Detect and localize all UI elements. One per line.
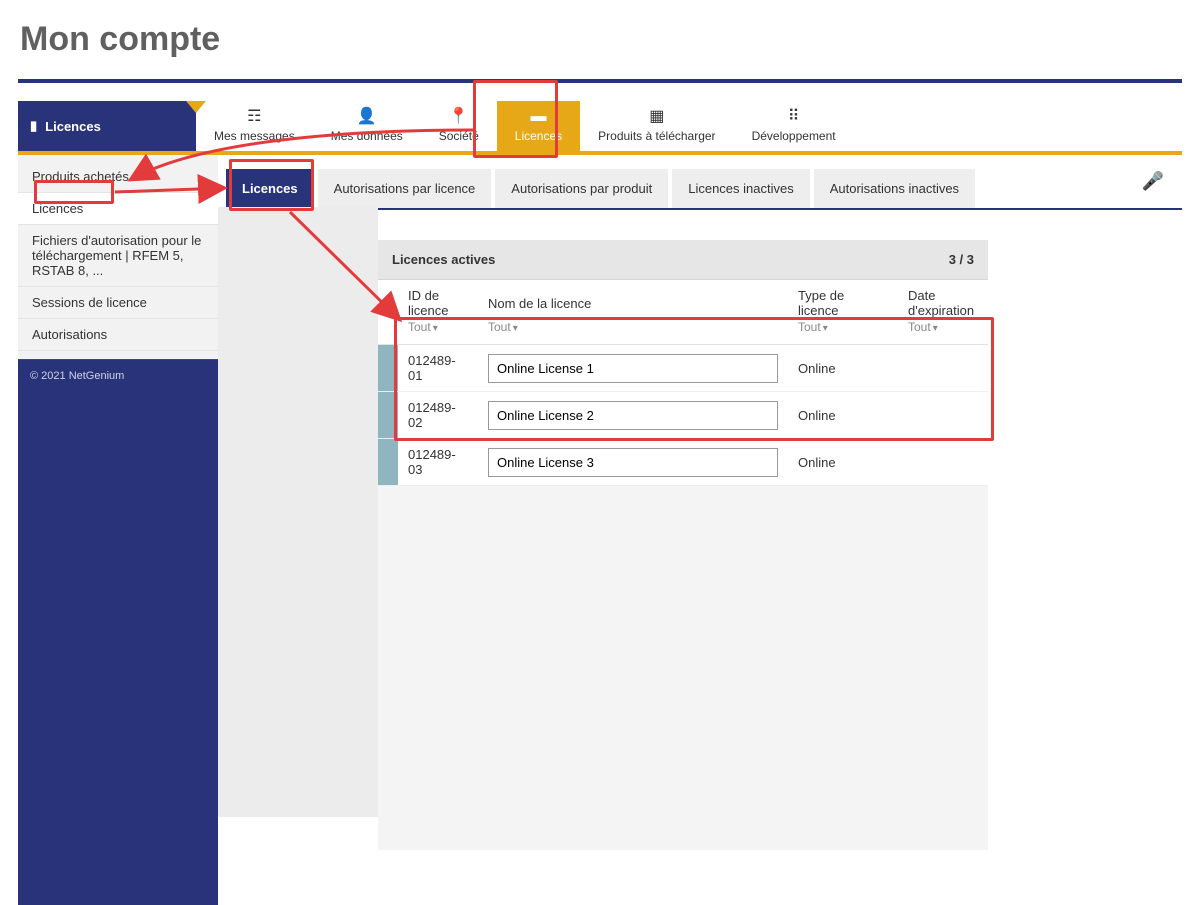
licences-table: ID de licence Nom de la licence Type de … [378,280,988,486]
cell-id: 012489-03 [398,439,478,486]
cell-exp [898,345,988,392]
sidebar-item-authorization-files[interactable]: Fichiers d'autorisation pour le téléchar… [18,225,218,287]
col-type[interactable]: Type de licence [788,280,898,320]
tab-auth-per-licence[interactable]: Autorisations par licence [318,169,492,208]
nav-item-messages[interactable]: ☶ Mes messages [196,101,313,151]
cell-type: Online [788,345,898,392]
top-nav: ▮ Licences ☶ Mes messages 👤 Mes données … [18,101,1182,155]
top-nav-current: ▮ Licences [18,101,196,151]
layout: Produits achetés Licences Fichiers d'aut… [18,155,1182,905]
licence-name-input[interactable] [488,354,778,383]
filter-id[interactable]: Tout▾ [398,320,478,345]
title-underline [18,79,1182,83]
tab-auth-per-product[interactable]: Autorisations par produit [495,169,668,208]
panel-title: Licences actives [392,252,495,267]
app-frame: ▮ Licences ☶ Mes messages 👤 Mes données … [18,101,1182,905]
licence-name-input[interactable] [488,401,778,430]
nav-label: Produits à télécharger [598,129,715,143]
grid-icon: ▦ [649,109,664,125]
chevron-down-icon: ▾ [933,323,938,334]
messages-icon: ☶ [247,109,261,125]
sidebar-menu: Produits achetés Licences Fichiers d'aut… [18,155,218,359]
cell-type: Online [788,439,898,486]
card-icon: ▬ [530,109,546,125]
content-column: Licences actives 3 / 3 ID de licence Nom… [378,240,988,850]
nav-label: Licences [515,129,562,143]
filter-exp[interactable]: Tout▾ [898,320,988,345]
row-accent [378,345,398,392]
nav-item-development[interactable]: ⠿ Développement [734,101,854,151]
sidebar-item-purchased-products[interactable]: Produits achetés [18,161,218,193]
nav-label: Société [439,129,479,143]
nav-label: Mes messages [214,129,295,143]
tab-inactive-licences[interactable]: Licences inactives [672,169,810,208]
row-accent [378,392,398,439]
tabbar-wrap: Licences Autorisations par licence Autor… [218,155,1182,210]
nav-item-my-data[interactable]: 👤 Mes données [313,101,421,151]
chevron-down-icon: ▾ [823,323,828,334]
dev-icon: ⠿ [788,109,800,125]
person-icon: 👤 [357,109,377,125]
row-accent [378,439,398,486]
table-row[interactable]: 012489-03 Online [378,439,988,486]
top-nav-current-label: Licences [45,119,101,134]
sidebar: Produits achetés Licences Fichiers d'aut… [18,155,218,905]
nav-item-company[interactable]: 📍 Société [421,101,497,151]
page-title: Mon compte [0,0,1200,79]
nav-label: Mes données [331,129,403,143]
pin-icon: 📍 [449,109,469,125]
chevron-down-icon: ▾ [513,323,518,334]
cell-id: 012489-01 [398,345,478,392]
sidebar-item-authorizations[interactable]: Autorisations [18,319,218,351]
nav-item-licences[interactable]: ▬ Licences [497,101,580,151]
nav-item-downloads[interactable]: ▦ Produits à télécharger [580,101,733,151]
panel-header: Licences actives 3 / 3 [378,240,988,280]
cell-id: 012489-02 [398,392,478,439]
chevron-down-icon: ▾ [433,323,438,334]
table-row[interactable]: 012489-01 Online [378,345,988,392]
main: Licences Autorisations par licence Autor… [218,155,1182,905]
sidebar-item-licence-sessions[interactable]: Sessions de licence [18,287,218,319]
tab-inactive-auth[interactable]: Autorisations inactives [814,169,975,208]
sidebar-item-licences[interactable]: Licences [18,193,218,225]
cell-type: Online [788,392,898,439]
filter-type[interactable]: Tout▾ [788,320,898,345]
col-name[interactable]: Nom de la licence [478,280,788,320]
licences-icon: ▮ [30,118,37,134]
tab-licences[interactable]: Licences [226,169,314,208]
gutter [218,207,378,817]
col-exp[interactable]: Date d'expiration [898,280,988,320]
microphone-icon[interactable]: 🎤 [1132,165,1174,198]
filter-name[interactable]: Tout▾ [478,320,788,345]
cell-exp [898,392,988,439]
copyright: © 2021 NetGenium [18,359,218,392]
nav-label: Développement [752,129,836,143]
licence-name-input[interactable] [488,448,778,477]
cell-exp [898,439,988,486]
table-row[interactable]: 012489-02 Online [378,392,988,439]
panel-count: 3 / 3 [949,252,974,267]
tabbar: Licences Autorisations par licence Autor… [218,155,975,208]
col-id[interactable]: ID de licence [398,280,478,320]
